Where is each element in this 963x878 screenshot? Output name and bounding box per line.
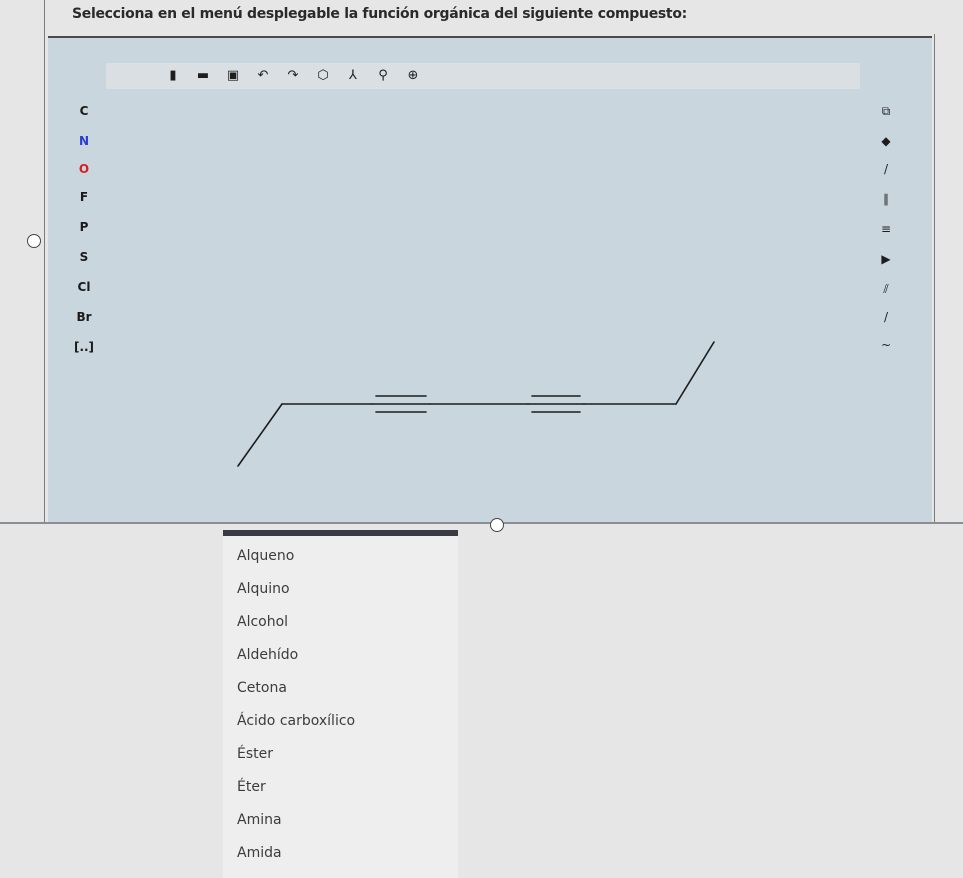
molecule-structure [237, 341, 715, 467]
option-alcohol[interactable]: Alcohol [237, 614, 288, 630]
option-ester[interactable]: Éster [237, 746, 273, 762]
option-cetona[interactable]: Cetona [237, 680, 287, 696]
option-eter[interactable]: Éter [237, 779, 266, 795]
resize-handle-bottom[interactable] [490, 518, 504, 532]
section-divider [0, 522, 963, 524]
option-amida[interactable]: Amida [237, 845, 282, 861]
bond-line [675, 341, 715, 405]
option-alquino[interactable]: Alquino [237, 581, 290, 597]
option-amina[interactable]: Amina [237, 812, 282, 828]
bond-line [237, 403, 283, 467]
dropdown-header-bar [223, 530, 458, 536]
function-dropdown-menu[interactable]: Alqueno Alquino Alcohol Aldehído Cetona … [223, 530, 458, 878]
option-alqueno[interactable]: Alqueno [237, 548, 294, 564]
option-aldehido[interactable]: Aldehído [237, 647, 298, 663]
option-acido-carboxilico[interactable]: Ácido carboxílico [237, 713, 355, 729]
resize-handle-left[interactable] [27, 234, 41, 248]
